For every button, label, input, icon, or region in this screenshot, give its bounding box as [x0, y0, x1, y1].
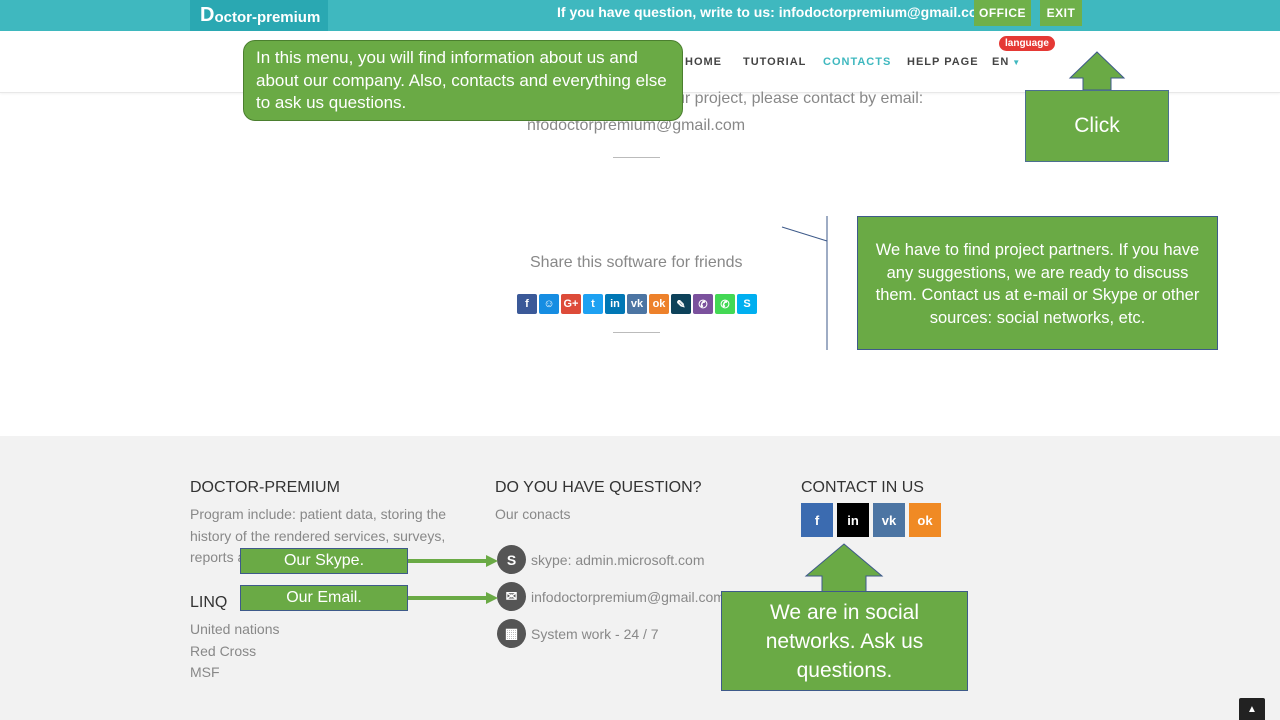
skype-text: skype: admin.microsoft.com — [531, 551, 705, 568]
divider — [613, 332, 660, 333]
footer-question-subtitle: Our conacts — [495, 506, 571, 522]
site-logo[interactable]: D octor-premium — [190, 0, 329, 31]
footer-link-red-cross[interactable]: Red Cross — [190, 641, 280, 663]
divider — [613, 157, 660, 158]
contact-skype[interactable]: S skype: admin.microsoft.com — [497, 545, 705, 574]
partners-bracket — [781, 226, 828, 242]
email-callout: Our Email. — [240, 585, 408, 611]
work-hours-text: System work - 24 / 7 — [531, 625, 659, 642]
footer-about-heading: DOCTOR-PREMIUM — [190, 479, 340, 496]
contact-work-hours: ▦ System work - 24 / 7 — [497, 619, 659, 648]
google-plus-icon[interactable]: G+ — [561, 294, 581, 314]
footer-links-list: United nations Red Cross MSF — [190, 619, 280, 684]
language-label: EN — [992, 56, 1010, 68]
contact-email-intro: ur project, please contact by email: — [676, 90, 924, 107]
top-question-text: If you have question, write to us: infod… — [557, 4, 990, 20]
livejournal-icon[interactable]: ✎ — [671, 294, 691, 314]
facebook-icon[interactable]: f — [801, 503, 833, 537]
nav-item-tutorial[interactable]: TUTORIAL — [743, 56, 806, 68]
vk-icon[interactable]: vk — [627, 294, 647, 314]
linkedin-icon[interactable]: in — [605, 294, 625, 314]
contact-email[interactable]: ✉ infodoctorpremium@gmail.com — [497, 582, 725, 611]
skype-icon: S — [497, 545, 526, 574]
caret-down-icon: ▼ — [1012, 58, 1022, 67]
footer-link-united-nations[interactable]: United nations — [190, 619, 280, 641]
whatsapp-icon[interactable]: ✆ — [715, 294, 735, 314]
footer-social-links: f in vk ok — [801, 503, 941, 537]
footer-contact-heading: CONTACT IN US — [801, 479, 924, 496]
click-callout: Click — [1025, 90, 1169, 162]
footer-question-heading: DO YOU HAVE QUESTION? — [495, 479, 702, 496]
logo-initial: D — [200, 4, 215, 26]
nav-item-home[interactable]: HOME — [685, 56, 722, 68]
viber-icon[interactable]: ✆ — [693, 294, 713, 314]
exit-button[interactable]: EXIT — [1040, 0, 1082, 26]
nav-item-contacts[interactable]: CONTACTS — [823, 56, 891, 68]
nav-item-help-page[interactable]: HELP PAGE — [907, 56, 979, 68]
top-bar: D octor-premium If you have question, wr… — [0, 0, 1280, 31]
odnoklassniki-icon[interactable]: ok — [909, 503, 941, 537]
chevron-up-icon: ▲ — [1247, 703, 1257, 715]
share-buttons: f ☺ G+ t in vk ok ✎ ✆ ✆ S — [517, 294, 757, 314]
facebook-icon[interactable]: f — [517, 294, 537, 314]
language-dropdown[interactable]: EN ▼ — [992, 56, 1021, 68]
logo-text: octor-premium — [214, 9, 321, 26]
footer-link-msf[interactable]: MSF — [190, 662, 280, 684]
footer: DOCTOR-PREMIUM Program include: patient … — [0, 436, 1280, 720]
moimir-icon[interactable]: ☺ — [539, 294, 559, 314]
skype-icon[interactable]: S — [737, 294, 757, 314]
footer-links-heading: LINQ — [190, 594, 228, 611]
menu-callout: In this menu, you will find information … — [243, 40, 683, 121]
odnoklassniki-icon[interactable]: ok — [649, 294, 669, 314]
twitter-icon[interactable]: t — [583, 294, 603, 314]
share-title: Share this software for friends — [530, 254, 743, 271]
language-badge: language — [999, 36, 1055, 51]
calendar-icon: ▦ — [497, 619, 526, 648]
partners-callout: We have to find project partners. If you… — [857, 216, 1218, 350]
envelope-icon: ✉ — [497, 582, 526, 611]
office-button[interactable]: OFFICE — [974, 0, 1031, 26]
skype-callout: Our Skype. — [240, 548, 408, 574]
scroll-to-top-button[interactable]: ▲ — [1239, 698, 1265, 720]
linkedin-icon[interactable]: in — [837, 503, 869, 537]
email-text: infodoctorpremium@gmail.com — [531, 588, 725, 605]
social-callout: We are in social networks. Ask us questi… — [721, 591, 968, 691]
vk-icon[interactable]: vk — [873, 503, 905, 537]
